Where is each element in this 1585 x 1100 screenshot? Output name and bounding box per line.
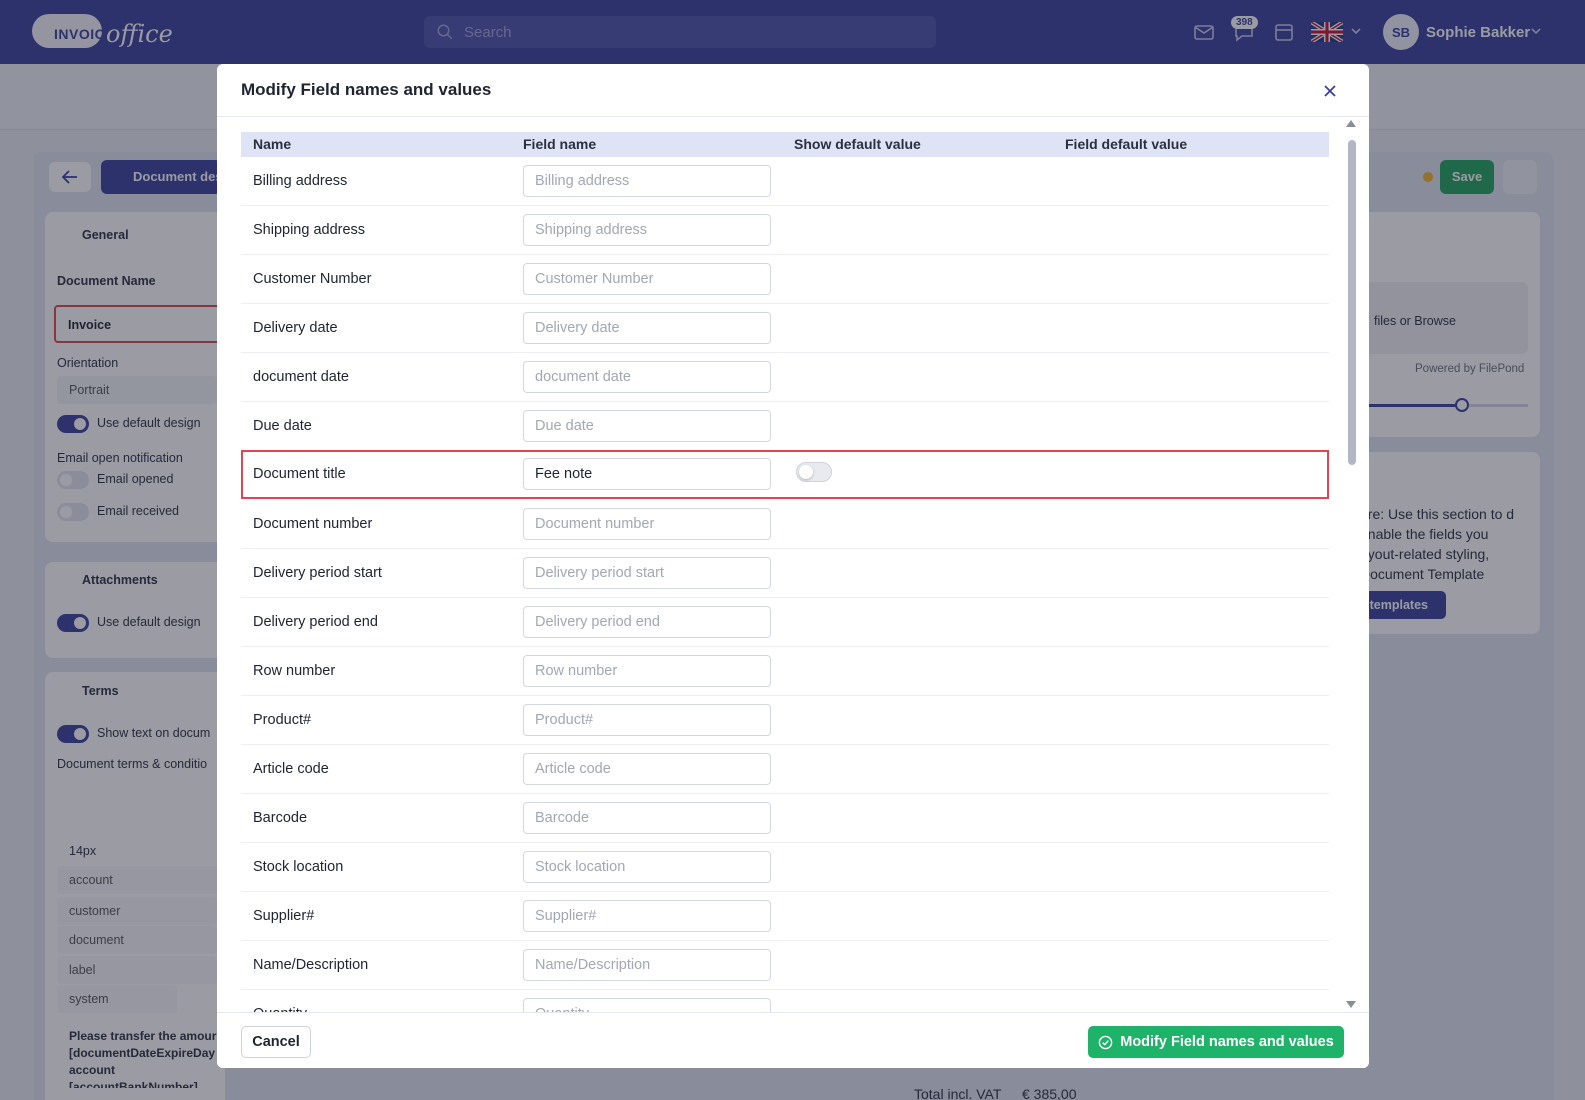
table-row: Delivery period end xyxy=(241,598,1329,647)
close-icon xyxy=(1324,85,1336,97)
cancel-button[interactable]: Cancel xyxy=(241,1026,311,1058)
row-label: Customer Number xyxy=(253,271,372,287)
fields-table: Name Field name Show default value Field… xyxy=(241,132,1329,1076)
show-default-value-toggle[interactable] xyxy=(796,462,832,482)
field-name-input[interactable] xyxy=(523,410,771,442)
field-name-input[interactable] xyxy=(523,655,771,687)
row-label: Billing address xyxy=(253,173,348,189)
field-name-input[interactable] xyxy=(523,312,771,344)
field-name-input[interactable] xyxy=(523,704,771,736)
row-label: Product# xyxy=(253,712,312,728)
check-circle-icon xyxy=(1098,1035,1113,1049)
column-name: Name xyxy=(253,136,292,152)
field-name-input[interactable] xyxy=(523,214,771,246)
field-name-input[interactable] xyxy=(523,900,771,932)
modify-fields-submit-button[interactable]: Modify Field names and values xyxy=(1088,1026,1344,1058)
field-name-input[interactable] xyxy=(523,458,771,490)
submit-label: Modify Field names and values xyxy=(1120,1034,1334,1050)
table-row: Due date xyxy=(241,402,1329,451)
row-label: Barcode xyxy=(253,810,308,826)
table-header: Name Field name Show default value Field… xyxy=(241,132,1329,157)
field-name-input[interactable] xyxy=(523,557,771,589)
table-row: Delivery period start xyxy=(241,549,1329,598)
table-row: Supplier# xyxy=(241,892,1329,941)
field-name-input[interactable] xyxy=(523,263,771,295)
table-row: Delivery date xyxy=(241,304,1329,353)
row-label: Due date xyxy=(253,418,312,434)
row-label: Stock location xyxy=(253,859,344,875)
field-name-input[interactable] xyxy=(523,606,771,638)
field-name-input[interactable] xyxy=(523,361,771,393)
field-name-input[interactable] xyxy=(523,165,771,197)
table-row: Stock location xyxy=(241,843,1329,892)
row-label: Delivery date xyxy=(253,320,338,336)
row-label: Document title xyxy=(253,466,346,482)
column-field-name: Field name xyxy=(523,136,597,152)
modal-divider xyxy=(217,116,1369,117)
row-label: Delivery period start xyxy=(253,565,382,581)
row-label: Name/Description xyxy=(253,957,369,973)
field-name-input[interactable] xyxy=(523,802,771,834)
row-label: Supplier# xyxy=(253,908,315,924)
row-label: Row number xyxy=(253,663,336,679)
modal-title: Modify Field names and values xyxy=(241,80,492,99)
field-name-input[interactable] xyxy=(523,949,771,981)
table-row: Customer Number xyxy=(241,255,1329,304)
field-name-input[interactable] xyxy=(523,508,771,540)
table-row: Barcode xyxy=(241,794,1329,843)
scroll-down-arrow[interactable] xyxy=(1346,1001,1356,1008)
modal-footer: Cancel Modify Field names and values xyxy=(217,1012,1369,1068)
table-row: Shipping address xyxy=(241,206,1329,255)
row-label: document date xyxy=(253,369,349,385)
row-label: Shipping address xyxy=(253,222,366,238)
table-row: Product# xyxy=(241,696,1329,745)
row-label: Delivery period end xyxy=(253,614,378,630)
scroll-up-arrow[interactable] xyxy=(1346,120,1356,127)
table-row: Row number xyxy=(241,647,1329,696)
row-label: Article code xyxy=(253,761,329,777)
field-name-input[interactable] xyxy=(523,753,771,785)
table-row: Article code xyxy=(241,745,1329,794)
column-field-default-value: Field default value xyxy=(1065,136,1188,152)
table-row: document date xyxy=(241,353,1329,402)
table-row-highlighted: Document title xyxy=(241,450,1329,499)
row-label: Document number xyxy=(253,516,373,532)
table-row: Name/Description xyxy=(241,941,1329,990)
table-row: Document number xyxy=(241,500,1329,549)
column-show-default-value: Show default value xyxy=(794,136,921,152)
table-row: Billing address xyxy=(241,157,1329,206)
scrollbar-thumb[interactable] xyxy=(1348,140,1356,465)
close-button[interactable] xyxy=(1317,78,1343,104)
modify-fields-modal: Modify Field names and values Name Field… xyxy=(217,64,1369,1068)
field-name-input[interactable] xyxy=(523,851,771,883)
